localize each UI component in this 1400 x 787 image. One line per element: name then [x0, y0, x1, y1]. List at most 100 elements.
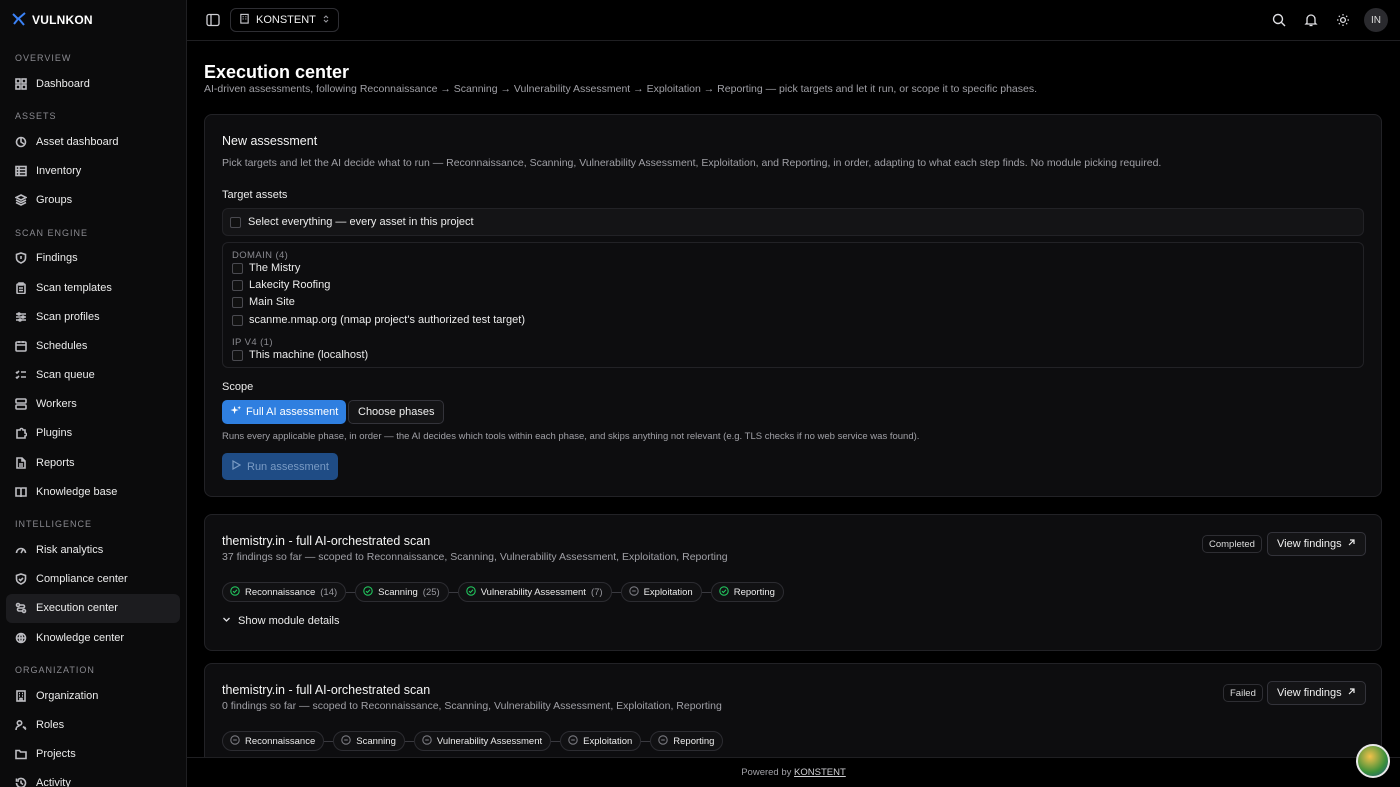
- footer: Powered by KONSTENT: [187, 757, 1400, 787]
- sidebar-item-schedules[interactable]: Schedules: [6, 331, 180, 360]
- route-icon: [15, 602, 27, 614]
- full-ai-assessment-label: Full AI assessment: [246, 406, 339, 418]
- asset-group-label: IP V4 (1): [232, 337, 273, 348]
- sidebar-item-label: Dashboard: [36, 77, 90, 90]
- sidebar-item-reports[interactable]: Reports: [6, 448, 180, 477]
- phase-chip: Vulnerability Assessment (7): [457, 582, 612, 602]
- sidebar-item-label: Groups: [36, 194, 73, 207]
- full-ai-assessment-button[interactable]: Full AI assessment: [222, 400, 347, 424]
- phase-connector: [448, 591, 458, 593]
- sidebar-item-plugins[interactable]: Plugins: [6, 419, 180, 448]
- asset-label: The Mistry: [249, 262, 301, 274]
- chevron-down-icon: [222, 615, 231, 627]
- sidebar-item-groups[interactable]: Groups: [6, 186, 180, 215]
- nav-section-label: INTELLIGENCE: [15, 519, 93, 530]
- groups-icon: [15, 194, 27, 207]
- view-findings-button[interactable]: View findings: [1267, 532, 1366, 556]
- avatar[interactable]: IN: [1364, 8, 1388, 32]
- scope-note: Runs every applicable phase, in order — …: [222, 431, 920, 442]
- asset-label: Main Site: [249, 296, 295, 308]
- scope-label: Scope: [222, 381, 254, 393]
- workspace-switcher[interactable]: KONSTENT: [230, 8, 339, 32]
- asset-checkbox[interactable]: [232, 279, 243, 291]
- sidebar-item-findings[interactable]: Findings: [6, 244, 180, 273]
- sidebar-item-scan-queue[interactable]: Scan queue: [6, 361, 180, 390]
- phase-count: (7): [590, 586, 603, 598]
- footer-link[interactable]: KONSTENT: [794, 767, 846, 778]
- asset-dashboard-icon: [15, 136, 27, 148]
- brand[interactable]: VULNKON: [0, 0, 186, 40]
- run-assessment-label: Run assessment: [247, 460, 329, 473]
- sidebar-item-organization[interactable]: Organization: [6, 681, 180, 710]
- assistant-avatar-button[interactable]: [1356, 744, 1390, 778]
- vulnkon-logo-icon: [12, 11, 26, 29]
- sun-icon[interactable]: [1332, 9, 1354, 31]
- phase-chip: Scanning: [333, 731, 405, 751]
- choose-phases-button[interactable]: Choose phases: [348, 400, 445, 424]
- sidebar-item-compliance-center[interactable]: Compliance center: [6, 565, 180, 594]
- sidebar-item-inventory[interactable]: Inventory: [6, 156, 180, 185]
- arrow-up-right-icon: [1347, 687, 1356, 699]
- minus-circle-icon: [628, 585, 639, 599]
- page-title: Execution center: [204, 62, 350, 82]
- clipboard-icon: [15, 281, 27, 294]
- asset-item[interactable]: scanme.nmap.org (nmap project's authoriz…: [232, 314, 525, 326]
- phase-connector: [346, 591, 356, 593]
- phase-name: Reconnaissance: [245, 735, 316, 747]
- asset-checkbox[interactable]: [232, 262, 243, 274]
- phase-connector: [641, 740, 651, 742]
- sidebar-item-dashboard[interactable]: Dashboard: [6, 69, 180, 98]
- phase-connector: [404, 740, 414, 742]
- show-module-details-toggle[interactable]: Show module details: [222, 615, 340, 627]
- list-check-icon: [15, 369, 27, 381]
- asset-checkbox[interactable]: [232, 349, 243, 361]
- sidebar-item-knowledge-base[interactable]: Knowledge base: [6, 477, 180, 506]
- phase-chip: Vulnerability Assessment: [413, 731, 552, 751]
- sidebar-item-asset-dashboard[interactable]: Asset dashboard: [6, 127, 180, 156]
- sidebar-item-label: Organization: [36, 689, 99, 702]
- minus-circle-icon: [568, 734, 578, 748]
- asset-item[interactable]: Lakecity Roofing: [232, 279, 330, 291]
- phase-name: Vulnerability Assessment: [436, 735, 543, 747]
- sidebar-item-activity[interactable]: Activity: [6, 769, 180, 787]
- sparkles-icon: [230, 405, 241, 419]
- sidebar-item-label: Knowledge base: [36, 485, 118, 498]
- sidebar-item-scan-templates[interactable]: Scan templates: [6, 273, 180, 302]
- sidebar-item-roles[interactable]: Roles: [6, 710, 180, 739]
- phase-chip: Reconnaissance: [222, 731, 325, 751]
- phase-connector: [701, 591, 711, 593]
- check-circle-icon: [718, 585, 729, 599]
- asset-label: This machine (localhost): [249, 349, 369, 361]
- sidebar-toggle-icon[interactable]: [204, 11, 222, 29]
- sidebar-item-label: Findings: [36, 252, 78, 265]
- topbar: KONSTENT IN: [187, 0, 1400, 41]
- view-findings-button[interactable]: View findings: [1267, 681, 1366, 705]
- asset-item[interactable]: The Mistry: [232, 262, 300, 274]
- sidebar-item-projects[interactable]: Projects: [6, 740, 180, 769]
- sidebar-item-workers[interactable]: Workers: [6, 390, 180, 419]
- phase-chip: Exploitation: [560, 731, 642, 751]
- run-title: themistry.in - full AI-orchestrated scan: [222, 534, 431, 548]
- select-all-checkbox[interactable]: [230, 216, 241, 228]
- building-icon: [15, 689, 27, 702]
- asset-list: DOMAIN (4) The Mistry Lakecity Roofing M…: [222, 242, 1364, 368]
- assessment-run-card: themistry.in - full AI-orchestrated scan…: [204, 663, 1382, 757]
- bell-icon[interactable]: [1300, 9, 1322, 31]
- sidebar-item-scan-profiles[interactable]: Scan profiles: [6, 302, 180, 331]
- search-icon[interactable]: [1268, 9, 1290, 31]
- asset-checkbox[interactable]: [232, 314, 243, 326]
- sidebar-item-execution-center[interactable]: Execution center: [6, 593, 180, 623]
- sidebar-item-risk-analytics[interactable]: Risk analytics: [6, 535, 180, 564]
- select-all-assets[interactable]: Select everything — every asset in this …: [222, 208, 1364, 236]
- asset-checkbox[interactable]: [232, 296, 243, 308]
- chevron-updown-icon: [322, 14, 330, 27]
- phase-name: Exploitation: [643, 586, 693, 598]
- sidebar-item-label: Projects: [36, 748, 76, 761]
- run-assessment-button[interactable]: Run assessment: [222, 453, 338, 480]
- workspace-name: KONSTENT: [256, 14, 316, 26]
- asset-item[interactable]: This machine (localhost): [232, 349, 368, 361]
- shield-check-icon: [15, 573, 27, 586]
- file-icon: [15, 456, 27, 469]
- asset-item[interactable]: Main Site: [232, 296, 295, 308]
- sidebar-item-knowledge-center[interactable]: Knowledge center: [6, 623, 180, 652]
